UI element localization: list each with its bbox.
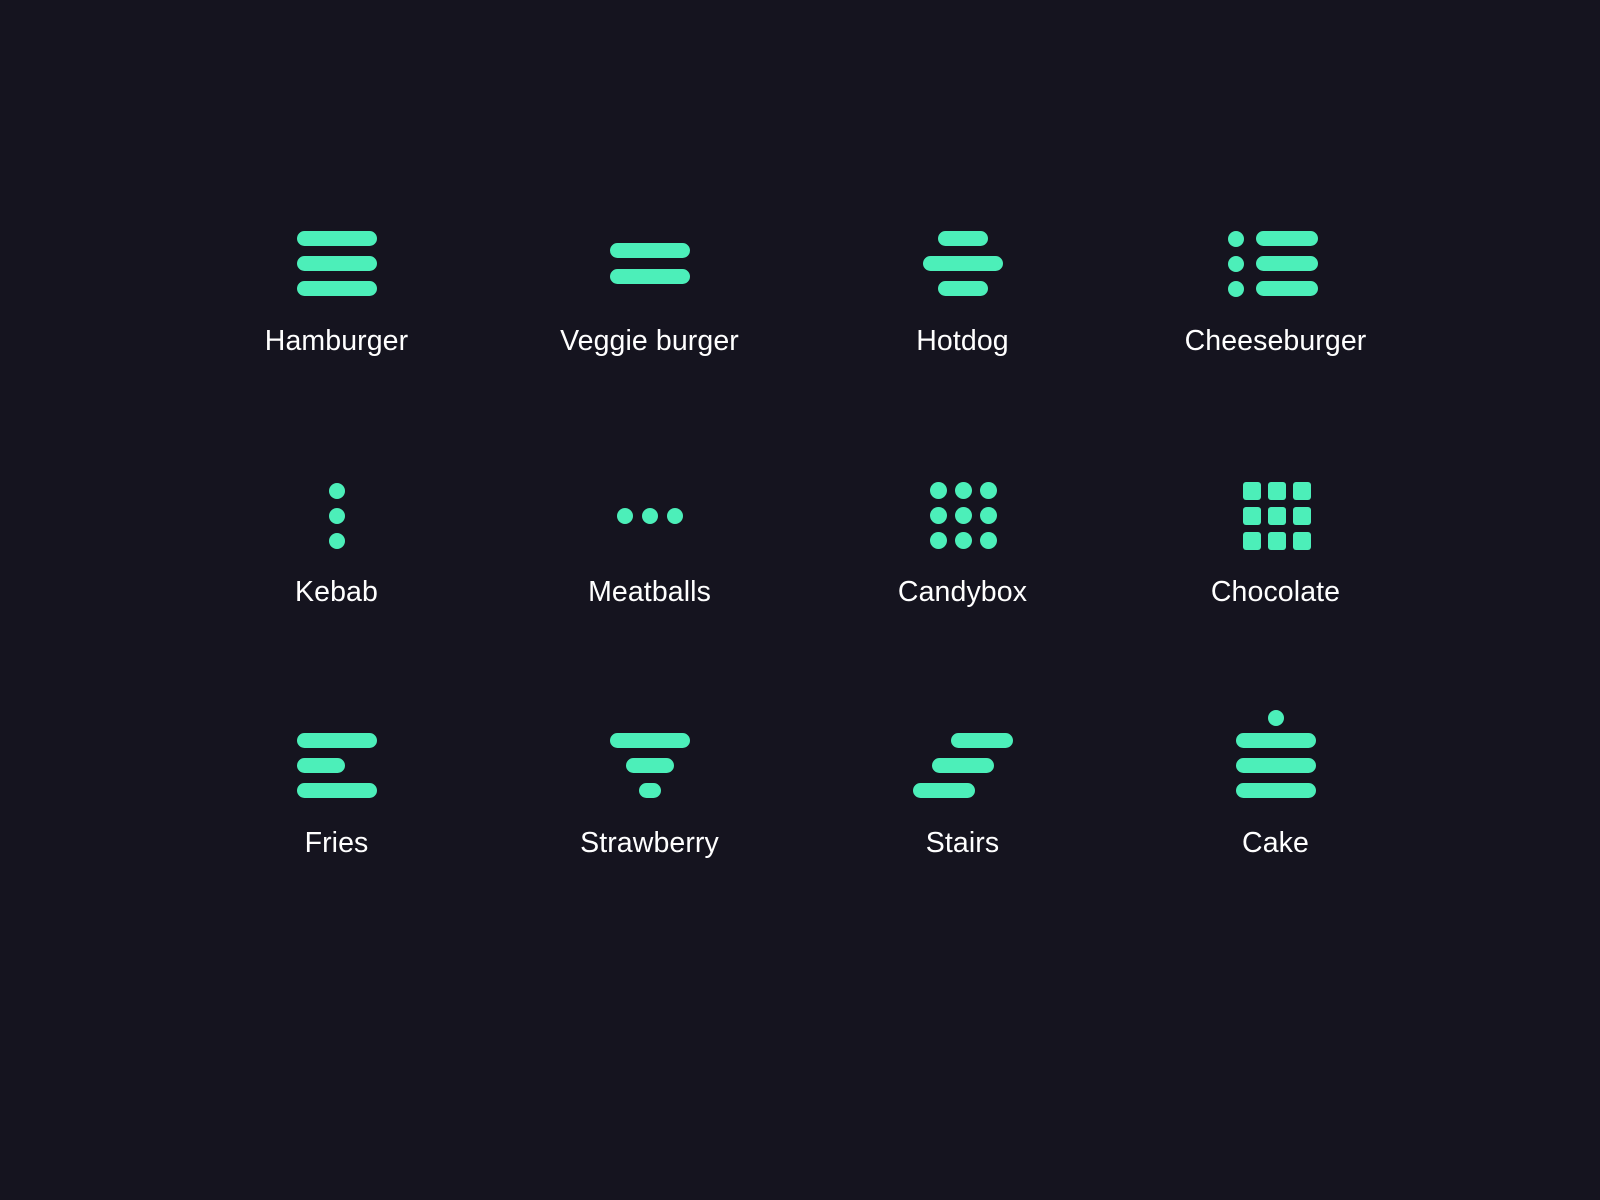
icon-label: Cheeseburger <box>1184 324 1367 357</box>
square-r1c1 <box>1242 481 1261 500</box>
bar-bottom <box>609 268 690 284</box>
bar-top <box>937 230 988 246</box>
icon-label: Cake <box>1242 826 1309 859</box>
square-r3c3 <box>1292 531 1311 550</box>
dot-center <box>641 507 658 524</box>
icon-label: Fries <box>304 826 369 859</box>
bullet-top <box>1227 230 1244 247</box>
icon-cell-hamburger[interactable]: Hamburger <box>180 214 493 465</box>
two-bar-menu-icon[interactable] <box>590 214 710 314</box>
staggered-bars-icon[interactable] <box>903 716 1023 816</box>
dot-middle <box>328 507 345 524</box>
bar-bottom <box>1235 782 1316 798</box>
bar-middle <box>922 255 1003 271</box>
dot-bottom <box>328 532 345 549</box>
bar-top <box>296 732 377 748</box>
bar-top <box>1255 230 1318 246</box>
align-left-menu-icon[interactable] <box>277 716 397 816</box>
icon-label: Candybox <box>897 575 1028 608</box>
hamburger-menu-icon[interactable] <box>277 214 397 314</box>
icon-label: Veggie burger <box>560 324 739 357</box>
icon-gallery: Hamburger Veggie burger Hotdog Cheesebur… <box>0 0 1600 1200</box>
bullet-middle <box>1227 255 1244 272</box>
bar-middle <box>1255 255 1318 271</box>
bar-top <box>609 732 690 748</box>
icon-cell-stairs[interactable]: Stairs <box>806 716 1119 967</box>
square-grid-icon[interactable] <box>1216 465 1336 565</box>
dot-left <box>616 507 633 524</box>
icon-label: Chocolate <box>1210 575 1341 608</box>
funnel-menu-icon[interactable] <box>590 716 710 816</box>
icon-cell-hotdog[interactable]: Hotdog <box>806 214 1119 465</box>
dot-r3c1 <box>929 531 947 549</box>
icon-cell-meatballs[interactable]: Meatballs <box>493 465 806 716</box>
vertical-dots-icon[interactable] <box>277 465 397 565</box>
dot-r2c3 <box>979 506 997 524</box>
icon-label: Hamburger <box>264 324 409 357</box>
icon-label: Strawberry <box>580 826 719 859</box>
dot-r3c2 <box>954 531 972 549</box>
bar-top <box>296 230 377 246</box>
icon-cell-chocolate[interactable]: Chocolate <box>1119 465 1432 716</box>
icon-label: Meatballs <box>588 575 711 608</box>
square-r2c2 <box>1267 506 1286 525</box>
dot-top <box>328 482 345 499</box>
icon-cell-kebab[interactable]: Kebab <box>180 465 493 716</box>
square-r3c1 <box>1242 531 1261 550</box>
bar-top <box>1235 732 1316 748</box>
dot-r1c1 <box>929 481 947 499</box>
bar-bottom <box>296 782 377 798</box>
icon-label: Kebab <box>295 575 378 608</box>
bar-middle <box>625 757 674 773</box>
dot-r1c3 <box>979 481 997 499</box>
dot-r1c2 <box>954 481 972 499</box>
bar-top <box>950 732 1013 748</box>
bar-bottom <box>912 782 975 798</box>
icon-grid: Hamburger Veggie burger Hotdog Cheesebur… <box>180 214 1432 967</box>
bullet-bottom <box>1227 280 1244 297</box>
bar-middle <box>1235 757 1316 773</box>
icon-cell-strawberry[interactable]: Strawberry <box>493 716 806 967</box>
dot-r3c3 <box>979 531 997 549</box>
bar-middle <box>931 757 994 773</box>
icon-cell-cheeseburger[interactable]: Cheeseburger <box>1119 214 1432 465</box>
square-r3c2 <box>1267 531 1286 550</box>
bulleted-list-icon[interactable] <box>1216 214 1336 314</box>
icon-label: Hotdog <box>916 324 1009 357</box>
dot-r2c2 <box>954 506 972 524</box>
bar-bottom <box>937 280 988 296</box>
square-r2c3 <box>1292 506 1311 525</box>
dot-grid-icon[interactable] <box>903 465 1023 565</box>
hotdog-menu-icon[interactable] <box>903 214 1023 314</box>
square-r1c2 <box>1267 481 1286 500</box>
dot-right <box>666 507 683 524</box>
bar-bottom <box>296 280 377 296</box>
bar-top <box>609 242 690 258</box>
candle-dot <box>1267 709 1284 726</box>
bar-bottom <box>1255 280 1318 296</box>
icon-cell-veggie-burger[interactable]: Veggie burger <box>493 214 806 465</box>
dot-r2c1 <box>929 506 947 524</box>
bar-middle <box>296 255 377 271</box>
icon-cell-cake[interactable]: Cake <box>1119 709 1432 967</box>
icon-cell-fries[interactable]: Fries <box>180 716 493 967</box>
bar-middle <box>296 757 345 773</box>
square-r2c1 <box>1242 506 1261 525</box>
icon-label: Stairs <box>925 826 1000 859</box>
icon-cell-candybox[interactable]: Candybox <box>806 465 1119 716</box>
bar-bottom <box>638 782 661 798</box>
cake-menu-icon[interactable] <box>1216 709 1336 816</box>
horizontal-dots-icon[interactable] <box>590 465 710 565</box>
square-r1c3 <box>1292 481 1311 500</box>
